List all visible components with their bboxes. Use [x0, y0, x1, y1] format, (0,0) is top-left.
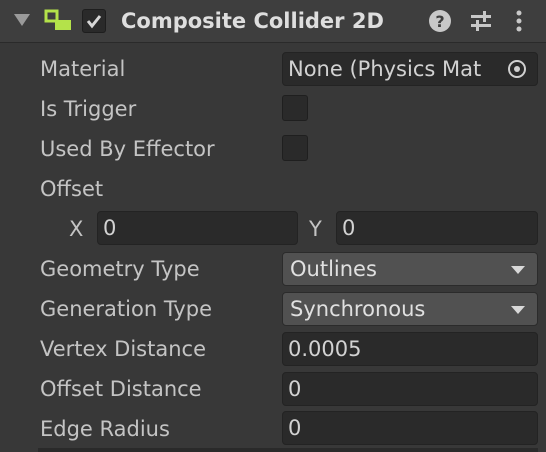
composite-collider-icon [44, 9, 74, 33]
chevron-down-icon [511, 266, 525, 274]
edge-radius-label: Edge Radius [40, 417, 170, 441]
is-trigger-label: Is Trigger [40, 97, 137, 121]
next-row-field-edge [38, 448, 538, 452]
generation-type-dropdown[interactable]: Synchronous [282, 292, 538, 326]
offset-x-field[interactable]: 0 [97, 211, 298, 245]
sliders-icon[interactable] [469, 9, 493, 33]
offset-y-field[interactable]: 0 [336, 211, 538, 245]
offset-x-label[interactable]: X [69, 214, 83, 244]
offset-y-value: 0 [342, 216, 356, 240]
kebab-menu-icon[interactable] [515, 9, 523, 33]
offset-y-label[interactable]: Y [309, 214, 322, 244]
vertex-distance-label: Vertex Distance [40, 337, 207, 361]
component-header[interactable]: Composite Collider 2D ? [0, 0, 546, 43]
offset-distance-field[interactable]: 0 [282, 372, 538, 406]
generation-type-value: Synchronous [290, 297, 426, 321]
material-value: None (Physics Mat [288, 57, 482, 81]
offset-label: Offset [40, 177, 104, 201]
svg-text:?: ? [435, 12, 444, 31]
vertex-distance-value: 0.0005 [288, 337, 362, 361]
used-by-effector-checkbox[interactable] [282, 135, 308, 161]
offset-distance-value: 0 [288, 377, 302, 401]
material-object-field[interactable]: None (Physics Mat [282, 52, 538, 86]
offset-x-value: 0 [103, 216, 117, 240]
triangle-down-icon[interactable] [14, 13, 30, 27]
geometry-type-label: Geometry Type [40, 257, 200, 281]
vertex-distance-field[interactable]: 0.0005 [282, 332, 538, 366]
offset-distance-label: Offset Distance [40, 377, 202, 401]
help-icon[interactable]: ? [428, 9, 452, 33]
material-label: Material [40, 57, 126, 81]
edge-radius-value: 0 [288, 416, 302, 440]
enabled-checkbox[interactable] [82, 9, 106, 33]
is-trigger-checkbox[interactable] [282, 95, 308, 121]
geometry-type-dropdown[interactable]: Outlines [282, 252, 538, 286]
component-title: Composite Collider 2D [121, 9, 384, 33]
object-picker-icon[interactable] [507, 59, 527, 79]
used-by-effector-label: Used By Effector [40, 137, 215, 161]
generation-type-label: Generation Type [40, 297, 213, 321]
geometry-type-value: Outlines [290, 257, 377, 281]
chevron-down-icon [511, 306, 525, 314]
edge-radius-field[interactable]: 0 [282, 411, 538, 445]
